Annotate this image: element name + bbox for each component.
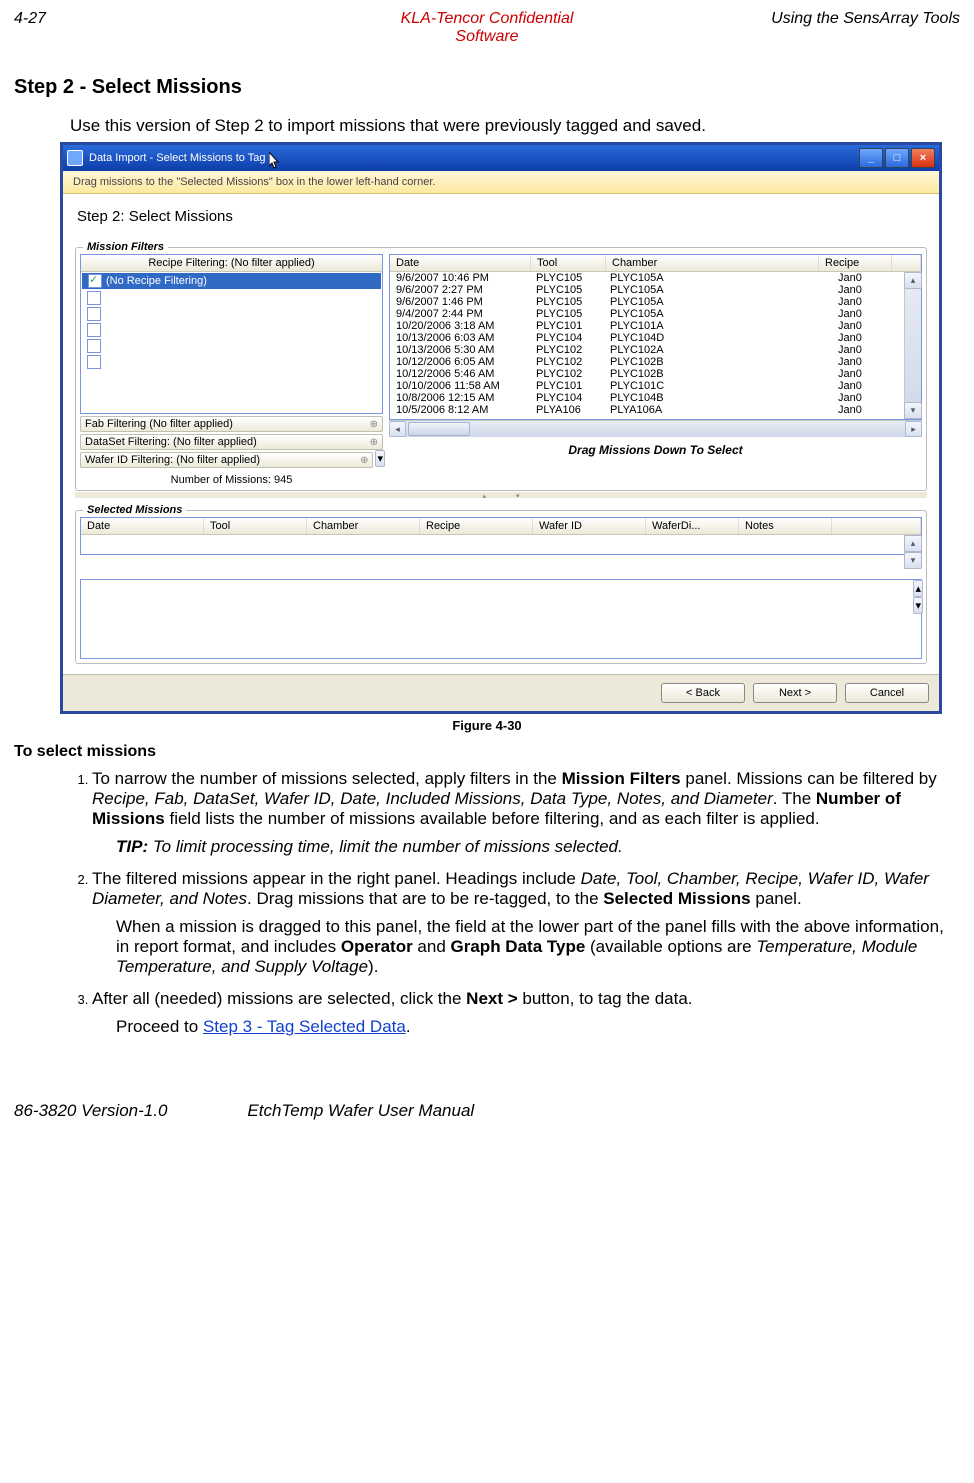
checkbox-icon[interactable] [87,339,101,353]
confidential-label: KLA-Tencor Confidential Software [401,10,574,46]
selected-v-scrollbar[interactable]: ▴▾ [904,535,921,569]
mission-row[interactable]: 10/12/2006 5:46 AMPLYC102PLYC102BJan0 [390,368,904,380]
col-recipe[interactable]: Recipe [819,255,892,271]
recipe-filter-selected-label: (No Recipe Filtering) [106,275,207,287]
col-tool[interactable]: Tool [531,255,606,271]
cursor-icon [269,152,281,170]
scol-date[interactable]: Date [81,518,204,534]
checkbox-icon[interactable] [87,307,101,321]
minimize-button[interactable]: _ [859,148,883,168]
mission-row[interactable]: 10/20/2006 3:18 AMPLYC101PLYC101AJan0 [390,320,904,332]
step-1: To narrow the number of missions selecte… [92,769,960,857]
recipe-filter-listbox[interactable]: Recipe Filtering: (No filter applied) (N… [80,254,383,414]
footer-manual: EtchTemp Wafer User Manual [247,1101,474,1121]
splitter-bar[interactable]: ▴▾ [75,491,927,498]
app-icon [67,150,83,166]
section-title: Using the SensArray Tools [676,10,960,46]
mission-row[interactable]: 10/10/2006 11:58 AMPLYC101PLYC101CJan0 [390,380,904,392]
missions-table[interactable]: Date Tool Chamber Recipe 9/6/2007 10:46 … [389,254,922,420]
mission-row[interactable]: 10/8/2006 12:15 AMPLYC104PLYC104BJan0 [390,392,904,404]
page-footer: 86-3820 Version-1.0 EtchTemp Wafer User … [14,1101,960,1121]
mission-row[interactable]: 10/13/2006 6:03 AMPLYC104PLYC104DJan0 [390,332,904,344]
page-number: 4-27 [14,10,298,46]
missions-v-scrollbar[interactable]: ▴ ▾ [904,272,921,419]
scroll-down-icon[interactable]: ▾ [904,402,922,419]
fab-filter-row[interactable]: Fab Filtering (No filter applied)⊕ [80,416,383,432]
page-header: 4-27 KLA-Tencor Confidential Software Us… [14,10,960,46]
checkbox-icon[interactable] [87,291,101,305]
mission-row[interactable]: 9/6/2007 10:46 PMPLYC105PLYC105AJan0 [390,272,904,284]
step-3: After all (needed) missions are selected… [92,989,960,1037]
screenshot-frame: Data Import - Select Missions to Tag _ □… [60,142,942,714]
mission-filters-panel: Recipe Filtering: (No filter applied) (N… [75,247,927,491]
mission-row[interactable]: 9/6/2007 2:27 PMPLYC105PLYC105AJan0 [390,284,904,296]
dialog-window: Data Import - Select Missions to Tag _ □… [63,145,939,711]
step-heading: Step 2 - Select Missions [14,76,960,99]
info-banner: Drag missions to the "Selected Missions"… [63,171,939,194]
footer-version: 86-3820 Version-1.0 [14,1101,167,1121]
close-button[interactable]: × [911,148,935,168]
mission-row[interactable]: 9/4/2007 2:44 PMPLYC105PLYC105AJan0 [390,308,904,320]
next-button[interactable]: Next > [753,683,837,703]
mission-row[interactable]: 10/12/2006 6:05 AMPLYC102PLYC102BJan0 [390,356,904,368]
drag-hint-label: Drag Missions Down To Select [389,443,922,457]
steps-list: To narrow the number of missions selecte… [62,769,960,1037]
scroll-thumb[interactable] [408,422,470,436]
missions-h-scrollbar[interactable]: ◂ ▸ [389,420,922,437]
step-2: The filtered missions appear in the righ… [92,869,960,977]
wizard-button-bar: < Back Next > Cancel [63,674,939,711]
expand-icon[interactable]: ⊕ [370,437,378,448]
expand-icon[interactable]: ⊕ [360,455,368,466]
window-title: Data Import - Select Missions to Tag [89,152,265,164]
recipe-filter-header: Recipe Filtering: (No filter applied) [81,255,382,272]
scol-recipe[interactable]: Recipe [420,518,533,534]
step3-link[interactable]: Step 3 - Tag Selected Data [203,1017,406,1036]
figure-caption: Figure 4-30 [14,718,960,733]
to-select-missions-subhead: To select missions [14,743,960,761]
checkbox-icon[interactable] [87,323,101,337]
selected-missions-table[interactable]: Date Tool Chamber Recipe Wafer ID WaferD… [80,517,922,555]
cancel-button[interactable]: Cancel [845,683,929,703]
scol-waferid[interactable]: Wafer ID [533,518,646,534]
recipe-filter-selected-row[interactable]: (No Recipe Filtering) [82,273,381,289]
mission-row[interactable]: 10/5/2006 8:12 AMPLYA106PLYA106AJan0 [390,404,904,416]
scol-waferdi[interactable]: WaferDi... [646,518,739,534]
waferid-filter-row[interactable]: Wafer ID Filtering: (No filter applied)⊕ [80,452,373,468]
scol-tool[interactable]: Tool [204,518,307,534]
mission-row[interactable]: 10/13/2006 5:30 AMPLYC102PLYC102AJan0 [390,344,904,356]
filters-scrollbar[interactable]: ▾ [375,450,383,468]
col-date[interactable]: Date [390,255,531,271]
report-v-scrollbar[interactable]: ▴▾ [913,580,921,658]
scol-chamber[interactable]: Chamber [307,518,420,534]
scol-notes[interactable]: Notes [739,518,832,534]
intro-text: Use this version of Step 2 to import mis… [70,116,960,136]
expand-icon[interactable]: ⊕ [370,419,378,430]
title-bar: Data Import - Select Missions to Tag _ □… [63,145,939,171]
checkbox-icon[interactable] [87,355,101,369]
number-of-missions: Number of Missions: 945 [80,474,383,486]
mission-filters-legend: Mission Filters [83,241,168,253]
scroll-left-icon[interactable]: ◂ [389,421,406,437]
back-button[interactable]: < Back [661,683,745,703]
mission-row[interactable]: 9/6/2007 1:46 PMPLYC105PLYC105AJan0 [390,296,904,308]
maximize-button[interactable]: □ [885,148,909,168]
col-chamber[interactable]: Chamber [606,255,819,271]
selected-missions-legend: Selected Missions [83,504,186,516]
wizard-step-label: Step 2: Select Missions [77,208,927,225]
checkbox-checked-icon[interactable] [88,274,102,288]
scroll-up-icon[interactable]: ▴ [904,272,922,289]
report-box: ▴▾ [80,579,922,659]
selected-missions-panel: Date Tool Chamber Recipe Wafer ID WaferD… [75,510,927,664]
scroll-right-icon[interactable]: ▸ [905,421,922,437]
dataset-filter-row[interactable]: DataSet Filtering: (No filter applied)⊕ [80,434,383,450]
